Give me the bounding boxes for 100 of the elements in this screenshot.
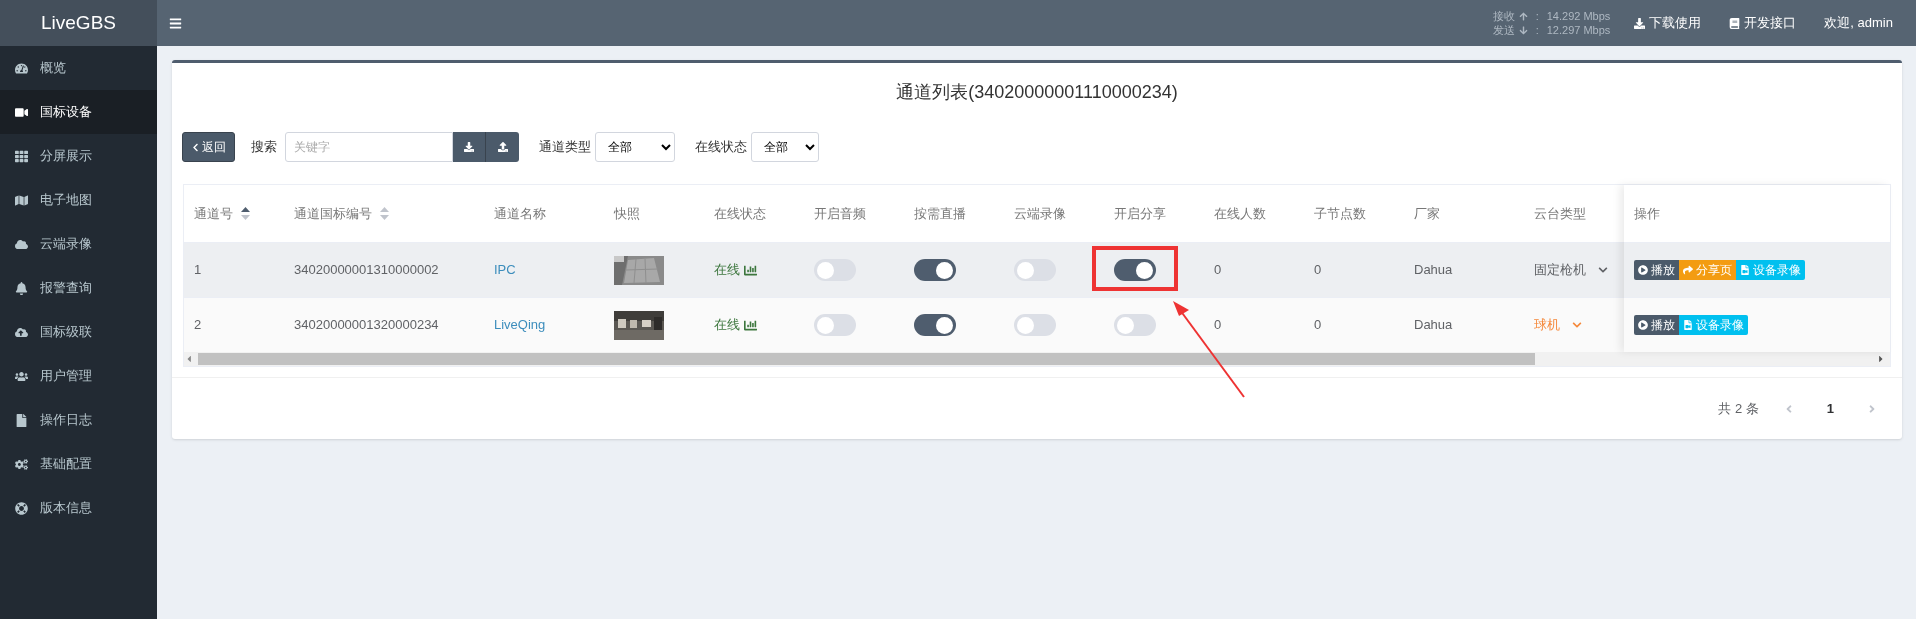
- ptz-type-select[interactable]: 固定枪机: [1534, 260, 1586, 280]
- upload-icon: [497, 142, 508, 152]
- toggle-switch[interactable]: [914, 314, 956, 336]
- table-row[interactable]: 2 34020000001320000234 LiveQing 在线 0 0 Dahua 球机: [184, 297, 1624, 352]
- search-label: 搜索: [251, 138, 277, 157]
- download-icon[interactable]: [1634, 17, 1646, 29]
- status-text: 在线: [714, 261, 740, 280]
- grid-icon: [15, 149, 28, 163]
- column-header[interactable]: 通道国标编号: [294, 203, 372, 224]
- toggle-switch[interactable]: [914, 259, 956, 281]
- column-header: 快照: [614, 204, 640, 223]
- filter-select[interactable]: 全部: [751, 132, 819, 162]
- gauge-icon: [15, 61, 28, 75]
- share-icon: [1683, 265, 1693, 275]
- rate-value: 14.292 Mbps: [1546, 9, 1611, 23]
- column-header: 通道名称: [494, 204, 546, 223]
- sidebar-item[interactable]: 电子地图: [0, 178, 157, 222]
- toggle-switch[interactable]: [1114, 259, 1156, 281]
- filter-label: 在线状态: [695, 138, 747, 157]
- back-button[interactable]: 返回: [182, 132, 235, 162]
- file-video-icon: [1740, 265, 1750, 275]
- table-cell-text: Dahua: [1414, 316, 1453, 335]
- toggle-switch[interactable]: [1014, 259, 1056, 281]
- chevron-down-icon[interactable]: [1598, 265, 1608, 275]
- rate-separator: :: [1535, 9, 1539, 23]
- play-icon: [1638, 265, 1648, 275]
- column-header[interactable]: 通道号: [194, 203, 233, 224]
- filter-select[interactable]: 全部: [595, 132, 675, 162]
- chevron-left-icon: [191, 142, 200, 152]
- status-text: 在线: [714, 316, 740, 335]
- column-header: 厂家: [1414, 204, 1440, 223]
- column-header: 开启分享: [1114, 204, 1166, 223]
- sidebar-item[interactable]: 报警查询: [0, 266, 157, 310]
- sort-icon[interactable]: [241, 207, 250, 220]
- nav-link[interactable]: 开发接口: [1744, 13, 1797, 33]
- table-cell-text: 0: [1314, 261, 1322, 280]
- table-cell-text: 2: [194, 316, 202, 335]
- menu-icon[interactable]: [169, 16, 182, 30]
- file-video-icon: [1683, 320, 1693, 330]
- life-ring-icon: [15, 501, 28, 515]
- column-header: 在线人数: [1214, 204, 1266, 223]
- column-header: 按需直播: [914, 204, 966, 223]
- table-cell-text: Dahua: [1414, 261, 1453, 280]
- video-camera-icon: [15, 105, 28, 119]
- rate-separator: :: [1535, 23, 1539, 37]
- sidebar-item[interactable]: 操作日志: [0, 398, 157, 442]
- cloud-icon: [15, 237, 28, 251]
- bar-chart-icon[interactable]: [744, 318, 757, 332]
- panel-title: 通道列表(34020000001110000234): [895, 81, 1179, 104]
- column-header: 子节点数: [1314, 204, 1366, 223]
- sidebar-item[interactable]: 基础配置: [0, 442, 157, 486]
- column-header: 云端录像: [1014, 204, 1066, 223]
- file-icon: [15, 413, 28, 427]
- search-field[interactable]: 关键字: [285, 132, 453, 162]
- download-icon: [464, 142, 474, 152]
- action-button[interactable]: 播放: [1634, 315, 1679, 335]
- arrow-up-icon: [1518, 11, 1528, 21]
- map-icon: [15, 193, 28, 207]
- play-icon: [1638, 320, 1648, 330]
- bell-icon: [15, 281, 28, 295]
- rate-value: 12.297 Mbps: [1546, 23, 1611, 37]
- brand-logo[interactable]: LiveGBS: [0, 0, 157, 46]
- gears-icon: [15, 457, 28, 471]
- download-button[interactable]: [453, 132, 486, 162]
- toggle-switch[interactable]: [1114, 314, 1156, 336]
- sidebar-item[interactable]: 概览: [0, 46, 157, 90]
- table-cell-text: 34020000001310000002: [294, 261, 439, 280]
- toggle-switch[interactable]: [814, 259, 856, 281]
- bar-chart-icon[interactable]: [744, 263, 757, 277]
- sidebar-item[interactable]: 用户管理: [0, 354, 157, 398]
- nav-link[interactable]: 下载使用: [1649, 13, 1702, 33]
- rate-label: 发送: [1492, 23, 1515, 37]
- users-icon: [15, 369, 28, 383]
- table-row[interactable]: 1 34020000001310000002 IPC 在线 0 0 Dahua 固定枪机: [184, 242, 1624, 297]
- sidebar-item[interactable]: 分屏展示: [0, 134, 157, 178]
- page-number[interactable]: 1: [1818, 398, 1842, 419]
- table-cell-text: 34020000001320000234: [294, 316, 439, 335]
- table-cell-text: 0: [1214, 316, 1222, 335]
- sidebar-item[interactable]: 国标级联: [0, 310, 157, 354]
- action-button[interactable]: 播放: [1634, 260, 1679, 280]
- toggle-switch[interactable]: [1014, 314, 1056, 336]
- column-header: 在线状态: [714, 204, 766, 223]
- table-cell-text: 0: [1314, 316, 1322, 335]
- table-cell-text: 0: [1214, 261, 1222, 280]
- table-cell-text: 1: [194, 261, 202, 280]
- sidebar-item[interactable]: 云端录像: [0, 222, 157, 266]
- sidebar-item[interactable]: 版本信息: [0, 486, 157, 530]
- cloud-upload-icon: [15, 325, 28, 339]
- column-header: 操作: [1634, 204, 1660, 223]
- column-header: 开启音频: [814, 204, 866, 223]
- sidebar-item[interactable]: 国标设备: [0, 90, 157, 134]
- horizontal-scrollbar[interactable]: [184, 352, 1890, 366]
- channel-name-link[interactable]: LiveQing: [494, 315, 546, 335]
- arrow-down-icon: [1518, 25, 1528, 35]
- rate-label: 接收: [1492, 9, 1515, 23]
- upload-button[interactable]: [486, 132, 519, 162]
- column-header: 云台类型: [1534, 204, 1586, 223]
- welcome-user[interactable]: 欢迎, admin: [1824, 13, 1893, 33]
- book-icon[interactable]: [1729, 17, 1741, 29]
- toggle-switch[interactable]: [814, 314, 856, 336]
